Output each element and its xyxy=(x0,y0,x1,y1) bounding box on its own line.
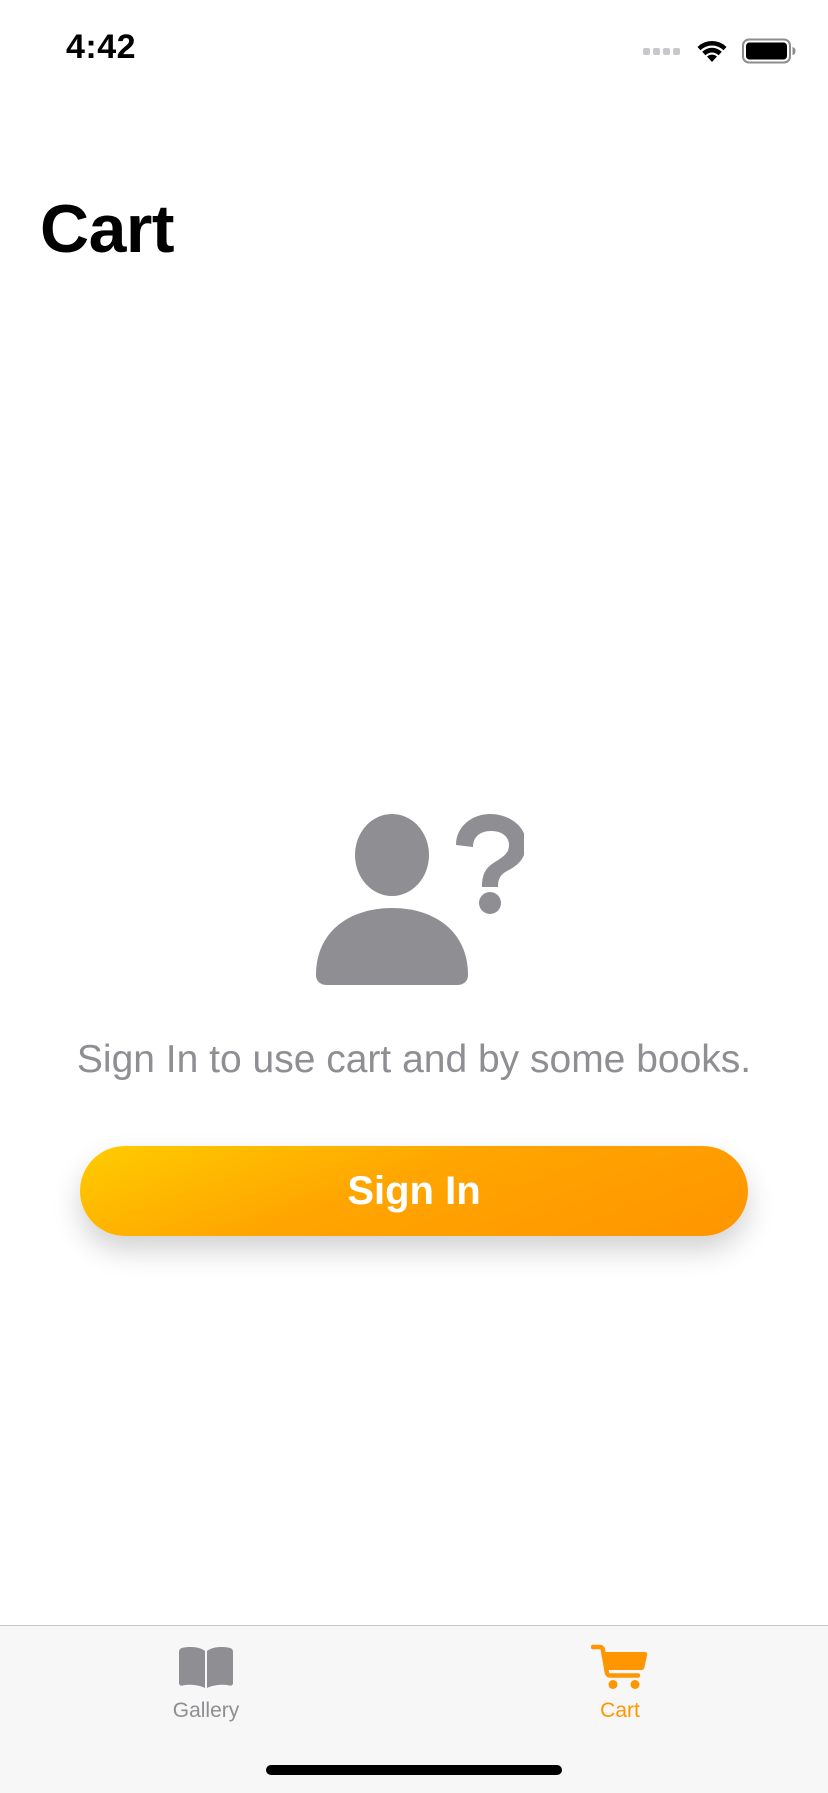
sign-in-button[interactable]: Sign In xyxy=(80,1146,748,1236)
home-indicator xyxy=(266,1765,562,1775)
status-bar: 4:42 xyxy=(0,0,828,100)
battery-icon xyxy=(742,38,796,64)
book-icon xyxy=(176,1642,236,1692)
page-title: Cart xyxy=(40,191,175,267)
wifi-icon xyxy=(697,40,727,62)
tab-gallery[interactable]: Gallery xyxy=(106,1626,306,1736)
tab-cart-label: Cart xyxy=(600,1699,640,1722)
status-icons xyxy=(643,36,796,66)
cart-icon xyxy=(590,1642,650,1692)
tab-gallery-label: Gallery xyxy=(172,1699,240,1722)
sign-in-button-label: Sign In xyxy=(347,1168,481,1213)
status-time: 4:42 xyxy=(66,28,137,66)
cellular-signal-icon xyxy=(643,47,680,55)
person-question-icon xyxy=(316,814,524,985)
tab-cart[interactable]: Cart xyxy=(520,1626,720,1736)
empty-state-message: Sign In to use cart and by some books. xyxy=(76,1038,752,1081)
